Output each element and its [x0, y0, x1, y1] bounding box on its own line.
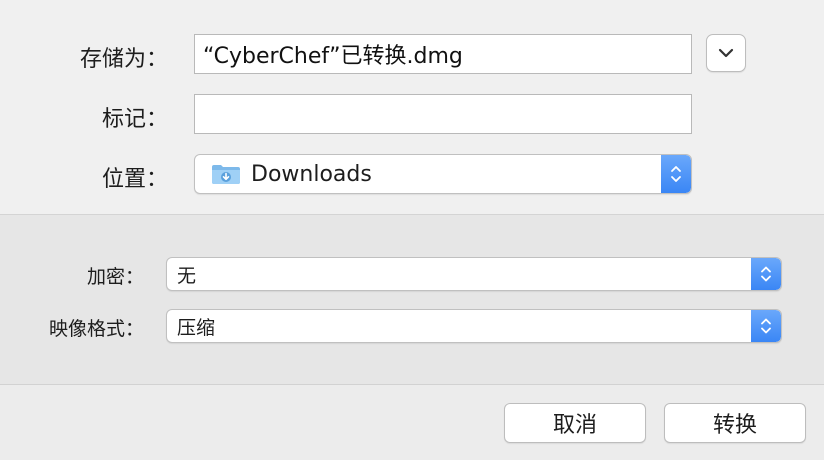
encryption-stepper[interactable]: [751, 258, 781, 290]
expand-dialog-button[interactable]: [706, 34, 746, 72]
location-popup[interactable]: Downloads: [194, 154, 692, 194]
up-down-arrows-icon: [761, 266, 771, 282]
up-down-arrows-icon: [761, 318, 771, 334]
up-down-arrows-icon: [671, 166, 681, 182]
image-format-value: 压缩: [177, 316, 216, 339]
conversion-options-panel: 加密： 无 映像格式： 压缩: [0, 215, 824, 385]
encryption-label: 加密：: [86, 266, 144, 288]
save-as-field[interactable]: “CyberChef”已转换.dmg: [194, 34, 692, 74]
location-value-wrap: Downloads: [195, 162, 661, 187]
image-format-popup[interactable]: 压缩: [166, 309, 782, 343]
encryption-value: 无: [177, 264, 197, 287]
tags-field[interactable]: [194, 94, 692, 134]
cancel-button[interactable]: 取消: [504, 403, 646, 443]
save-as-label: 存储为：: [79, 47, 168, 72]
location-label: 位置：: [101, 167, 168, 192]
location-stepper[interactable]: [661, 155, 691, 193]
downloads-folder-icon: [211, 163, 241, 185]
tags-label: 标记：: [101, 107, 168, 132]
save-panel-top: 存储为： “CyberChef”已转换.dmg 标记： 位置： Download…: [0, 0, 824, 215]
chevron-down-icon: [718, 48, 734, 58]
location-value: Downloads: [251, 161, 372, 187]
encryption-popup[interactable]: 无: [166, 257, 782, 291]
convert-button[interactable]: 转换: [664, 403, 806, 443]
image-format-stepper[interactable]: [751, 310, 781, 342]
image-format-label: 映像格式：: [48, 318, 144, 340]
